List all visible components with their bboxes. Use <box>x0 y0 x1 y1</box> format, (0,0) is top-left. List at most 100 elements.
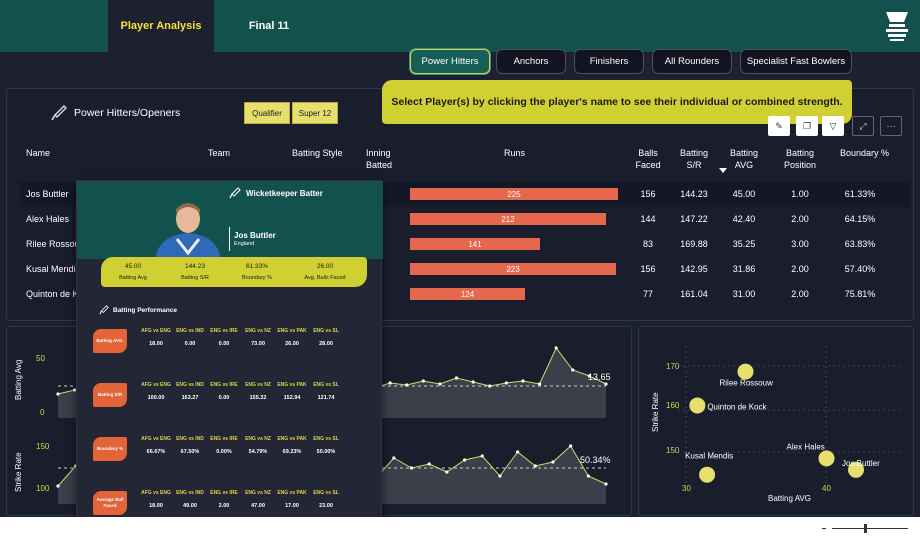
bottom-status-bar <box>0 517 920 538</box>
zoom-out-button[interactable] <box>822 528 826 529</box>
scatter-plot: Rilee Rossouw Quinton de Kock Alex Hales Ku… <box>678 346 900 486</box>
match-header: ENG vs IND <box>176 382 204 388</box>
sr-ref-label: 50.34% <box>580 455 611 465</box>
category-power-hitters[interactable]: Power Hitters <box>410 49 490 74</box>
copy-icon[interactable]: ❐ <box>796 116 818 136</box>
match-header: ENG vs IRE <box>210 382 238 388</box>
zoom-slider-thumb[interactable] <box>864 524 867 533</box>
metric-value: 152.94 <box>283 395 301 401</box>
avg-trend-point <box>571 368 575 372</box>
scatter-xtick-30: 30 <box>682 484 691 493</box>
avg-trend-point <box>504 381 508 385</box>
avg-trend-point <box>438 382 442 386</box>
player-name-cell[interactable]: Alex Hales <box>26 214 69 224</box>
strike-rate-cell: 147.22 <box>680 214 708 224</box>
metric-value: 163.27 <box>181 395 199 401</box>
card-stat-value: 45.00 <box>124 263 142 270</box>
batting-position-cell: 3.00 <box>791 239 809 249</box>
avg-trend-point <box>388 381 392 385</box>
metric-value: 47.00 <box>251 503 265 509</box>
match-header: ENG vs IND <box>176 490 204 496</box>
category-finishers[interactable]: Finishers <box>574 49 644 74</box>
metric-value: 28.00 <box>319 341 333 347</box>
col-header-runs[interactable]: Runs <box>504 147 525 159</box>
sr-trend-point <box>533 464 537 468</box>
strike-rate-cell: 161.04 <box>680 289 708 299</box>
sr-tick-100: 100 <box>36 484 50 493</box>
metric-label: Boundary % <box>93 437 127 461</box>
col-header-name[interactable]: Name <box>26 147 50 159</box>
tab-final-11[interactable]: Final 11 <box>214 0 324 52</box>
card-player-name: Jos Buttler <box>234 231 276 240</box>
runs-bar: 212 <box>410 213 606 225</box>
avg-trend-point <box>554 346 558 350</box>
balls-faced-cell: 156 <box>640 189 656 199</box>
match-header: ENG vs SL <box>313 382 339 388</box>
pin-icon[interactable]: ✎ <box>768 116 790 136</box>
match-header: AFG vs ENG <box>141 382 171 388</box>
bat-icon <box>51 105 67 121</box>
strike-rate-cell: 169.88 <box>680 239 708 249</box>
card-stat-label: Avg. Balls Faced <box>304 275 346 281</box>
metric-value: 0.00 <box>218 341 230 347</box>
metric-label: Batting AVG. <box>93 329 127 353</box>
card-player-team: England <box>234 241 255 247</box>
bat-icon <box>229 187 241 199</box>
scatter-xlabel: Batting AVG <box>768 494 811 503</box>
sr-trend-point <box>604 482 608 486</box>
sr-chart-ylabel: Strike Rate <box>14 452 23 492</box>
match-header: ENG vs SL <box>313 490 339 496</box>
filter-qualifier[interactable]: Qualifier <box>244 102 290 124</box>
avg-trend-point <box>537 382 542 386</box>
col-header-balls[interactable]: Balls Faced <box>632 147 664 171</box>
category-anchors[interactable]: Anchors <box>496 49 566 74</box>
sr-trend-point <box>409 466 414 470</box>
metric-value: 66.67% <box>146 449 166 455</box>
card-perf-title: Batting Performance <box>113 306 177 314</box>
col-header-avg[interactable]: Batting AVG <box>726 147 762 171</box>
metric-value: 26.00 <box>285 341 299 347</box>
category-specialist-fast-bowlers[interactable]: Specialist Fast Bowlers <box>740 49 852 74</box>
avg-trend-point <box>421 379 425 383</box>
col-header-position[interactable]: Batting Position <box>778 147 822 171</box>
category-all-rounders[interactable]: All Rounders <box>652 49 732 74</box>
metric-value: 67.50% <box>180 449 200 455</box>
sr-trend-point <box>480 454 484 458</box>
focus-mode-icon[interactable]: ⤢ <box>852 116 874 136</box>
metric-value: 50.00% <box>316 449 336 455</box>
card-stat-label: Batting Avg <box>119 275 147 281</box>
filter-super-12[interactable]: Super 12 <box>292 102 338 124</box>
avg-tick-50: 50 <box>36 354 45 363</box>
player-name-cell[interactable]: Kusal Mendis <box>26 264 80 274</box>
scatter-point-label: Kusal Mendis <box>685 452 733 461</box>
match-header: ENG vs NZ <box>245 382 271 388</box>
card-stat-value: 61.33% <box>245 263 269 270</box>
batting-avg-cell: 45.00 <box>732 189 756 199</box>
col-header-sr[interactable]: Batting S/R <box>676 147 712 171</box>
sr-trend-point <box>551 460 555 464</box>
metric-value: 2.00 <box>218 503 230 509</box>
sr-trend-point <box>445 470 449 474</box>
metric-value: 73.00 <box>251 341 265 347</box>
metric-value: 17.00 <box>285 503 299 509</box>
col-header-inning[interactable]: Inning Batted <box>366 147 410 171</box>
col-header-boundary[interactable]: Boundary % <box>840 147 889 159</box>
sr-trend-point <box>427 462 431 466</box>
match-header: ENG vs PAK <box>277 328 307 334</box>
scatter-point-label: Quinton de Kock <box>707 402 767 411</box>
avg-ref-label: 13.65 <box>588 372 611 382</box>
sort-desc-icon <box>719 168 727 173</box>
match-header: ENG vs PAK <box>277 490 307 496</box>
boundary-pct-cell: 75.81% <box>844 289 876 299</box>
col-header-team[interactable]: Team <box>208 147 230 159</box>
player-name-cell[interactable]: Jos Buttler <box>26 189 69 199</box>
match-header: AFG vs ENG <box>141 490 171 496</box>
filter-icon[interactable]: ▽ <box>822 116 844 136</box>
metric-value: 100.00 <box>147 395 165 401</box>
tab-player-analysis[interactable]: Player Analysis <box>108 0 214 52</box>
col-header-style[interactable]: Batting Style <box>292 147 343 159</box>
boundary-pct-cell: 64.15% <box>844 214 876 224</box>
sr-trend-point <box>569 444 573 448</box>
more-options-icon[interactable]: ⋯ <box>880 116 902 136</box>
zoom-slider[interactable] <box>832 528 908 529</box>
